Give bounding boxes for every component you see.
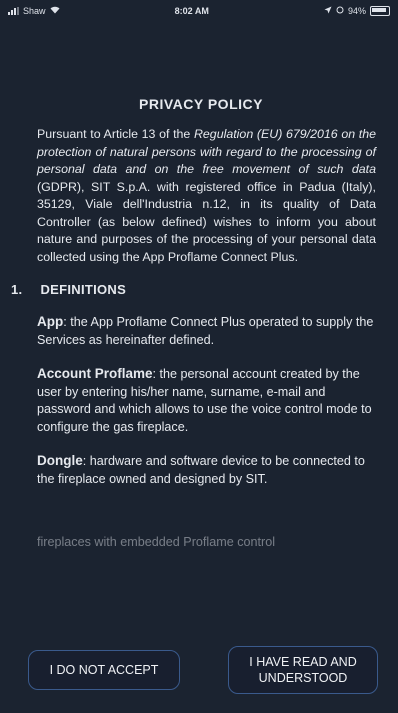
section-number: 1. <box>11 282 23 297</box>
privacy-policy-scroll[interactable]: PRIVACY POLICY Pursuant to Article 13 of… <box>0 90 398 713</box>
definition-term: App <box>37 314 64 329</box>
consent-bar: I DO NOT ACCEPT I HAVE READ AND UNDERSTO… <box>0 640 398 700</box>
partial-text-line: fireplaces with embedded Proflame contro… <box>37 535 276 549</box>
alarm-icon <box>336 6 344 16</box>
intro-paragraph: Pursuant to Article 13 of the Regulation… <box>37 126 376 266</box>
section-title: DEFINITIONS <box>40 282 127 297</box>
definition-term: Dongle <box>37 453 83 468</box>
definition-account-proflame: Account Proflame: the personal account c… <box>37 365 376 436</box>
battery-percent: 94% <box>347 6 366 16</box>
carrier-label: Shaw <box>23 6 46 16</box>
status-right: 94% <box>324 6 390 16</box>
status-left: Shaw <box>8 6 60 16</box>
page-title: PRIVACY POLICY <box>139 96 263 112</box>
read-and-understood-button[interactable]: I HAVE READ AND UNDERSTOOD <box>228 646 378 694</box>
partial-text: fireplaces with embedded Proflame contro… <box>37 534 376 552</box>
wifi-icon <box>50 6 60 16</box>
clock: 8:02 AM <box>174 6 209 16</box>
definition-text: : hardware and software device to be con… <box>37 454 365 486</box>
do-not-accept-button[interactable]: I DO NOT ACCEPT <box>28 650 180 690</box>
intro-text-1: Pursuant to Article 13 of the <box>37 127 194 141</box>
battery-icon <box>370 6 390 16</box>
signal-icon <box>8 7 19 15</box>
status-bar: Shaw 8:02 AM 94% <box>0 0 398 22</box>
definition-term: Account Proflame <box>37 366 153 381</box>
intro-text-2: (GDPR), SIT S.p.A. with registered offic… <box>37 179 376 264</box>
definition-app: App: the App Proflame Connect Plus opera… <box>37 313 376 349</box>
definition-dongle: Dongle: hardware and software device to … <box>37 452 376 488</box>
location-icon <box>324 6 332 16</box>
definition-text: : the App Proflame Connect Plus operated… <box>37 315 374 347</box>
section-heading-definitions: 1. DEFINITIONS <box>11 282 376 297</box>
